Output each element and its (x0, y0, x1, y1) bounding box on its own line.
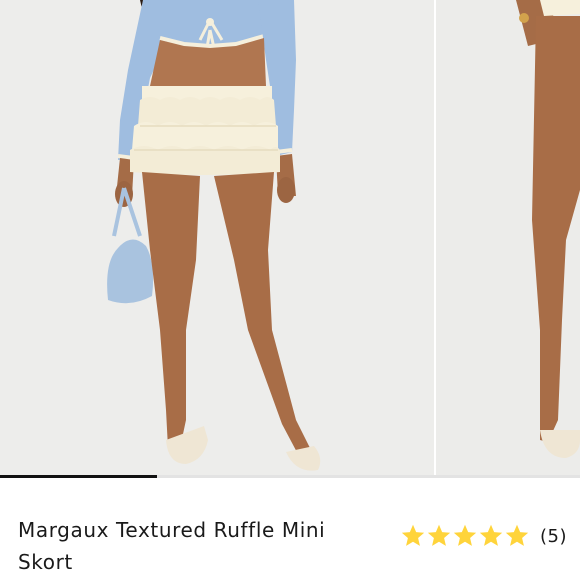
star-icon (453, 524, 477, 546)
star-icon (427, 524, 451, 546)
model-photo-side (436, 0, 580, 478)
star-icon (505, 524, 529, 546)
product-rating[interactable]: (5) (400, 522, 567, 550)
star-icon (479, 524, 503, 546)
product-info: Margaux Textured Ruffle Mini Skort (5) (0, 478, 580, 580)
product-image-main[interactable] (0, 0, 434, 478)
product-image-carousel[interactable] (0, 0, 580, 478)
product-page: Margaux Textured Ruffle Mini Skort (5) (0, 0, 580, 580)
rating-stars[interactable] (400, 523, 530, 549)
product-title[interactable]: Margaux Textured Ruffle Mini Skort (18, 514, 378, 578)
product-image-next[interactable] (436, 0, 580, 478)
review-count[interactable]: (5) (540, 526, 567, 547)
star-icon (401, 524, 425, 546)
model-photo (0, 0, 434, 478)
